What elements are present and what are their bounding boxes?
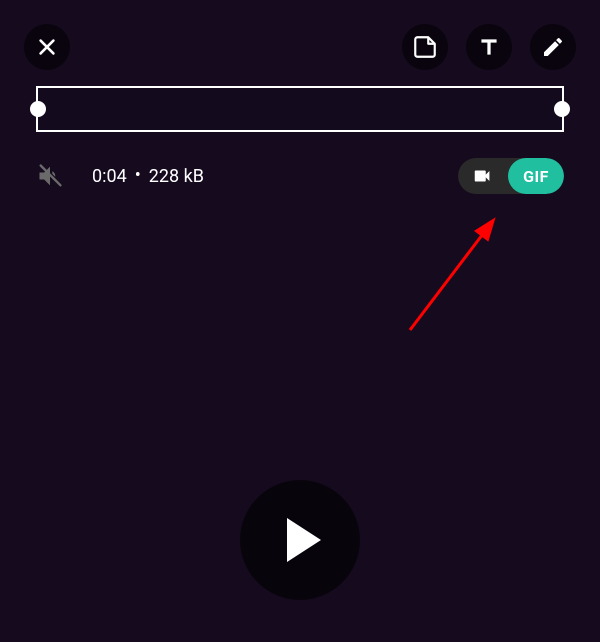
draw-button[interactable] <box>530 24 576 70</box>
close-icon <box>36 36 58 58</box>
text-icon <box>476 34 502 60</box>
meta-separator: • <box>135 167 141 185</box>
close-button[interactable] <box>24 24 70 70</box>
video-filesize: 228 kB <box>149 166 204 187</box>
text-button[interactable] <box>466 24 512 70</box>
pencil-icon <box>541 35 565 59</box>
video-meta: 0:04 • 228 kB <box>92 166 204 187</box>
mode-gif-option[interactable]: GIF <box>508 158 564 194</box>
video-gif-toggle[interactable]: GIF <box>458 158 564 194</box>
annotation-arrow <box>400 210 520 340</box>
trim-handle-end[interactable] <box>554 101 570 117</box>
mode-video-option[interactable] <box>458 158 508 194</box>
video-trim-bar[interactable] <box>36 86 564 132</box>
sticker-icon <box>412 34 438 60</box>
toolbar-actions <box>402 24 576 70</box>
mute-button[interactable] <box>36 162 64 190</box>
top-toolbar <box>0 22 600 72</box>
video-camera-icon <box>472 165 494 187</box>
sticker-button[interactable] <box>402 24 448 70</box>
video-info-row: 0:04 • 228 kB GIF <box>0 156 600 196</box>
trim-handle-start[interactable] <box>30 101 46 117</box>
play-button[interactable] <box>240 480 360 600</box>
muted-icon <box>36 162 64 190</box>
gif-label: GIF <box>523 167 549 186</box>
video-duration: 0:04 <box>92 166 127 187</box>
play-icon <box>287 518 321 562</box>
